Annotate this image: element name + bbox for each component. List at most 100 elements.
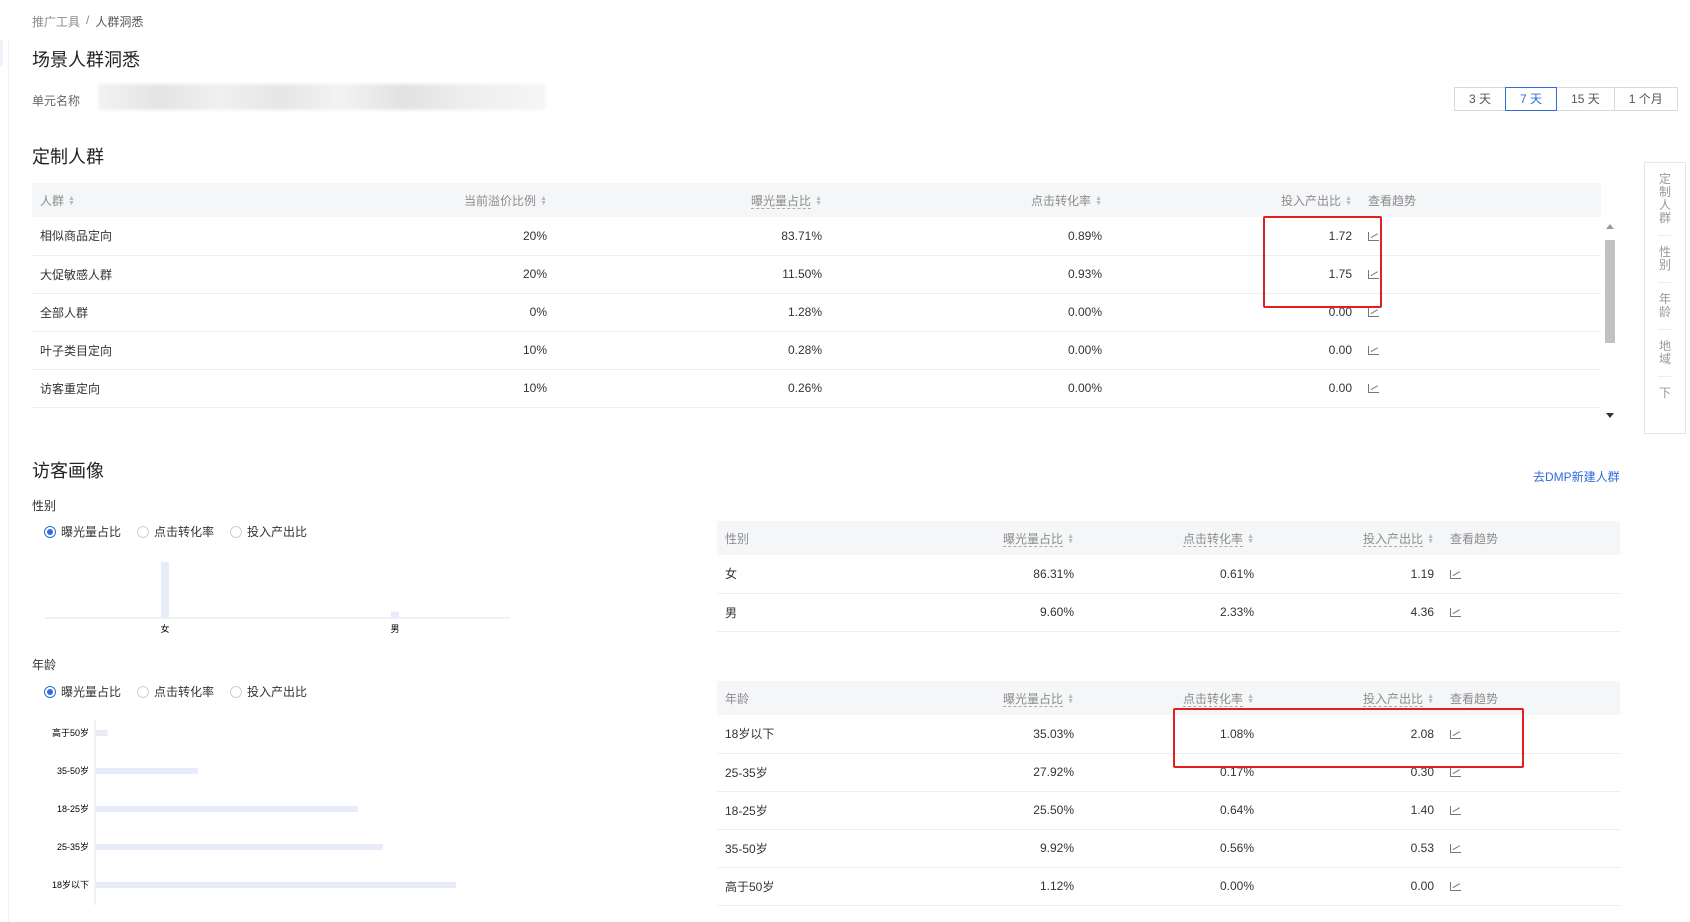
cell-exposure: 11.50% [555,255,830,294]
age-metric-radio-group: 曝光量占比 点击转化率 投入产出比 [44,683,307,700]
cell-premium: 10% [312,369,555,408]
side-nav-custom-crowd[interactable]: 定制人群 [1658,163,1672,236]
side-nav-down[interactable]: 下 [1658,377,1672,410]
cell-trend [1360,331,1601,370]
cell-roi: 1.40 [1262,791,1442,830]
cell-exposure: 0.26% [555,369,830,408]
radio-exposure[interactable]: 曝光量占比 [44,523,121,540]
col-exposure[interactable]: 曝光量占比 ▲ ▼ [897,521,1082,555]
age-bar [96,768,198,774]
date-range-selector: 3 天 7 天 15 天 1 个月 [1454,87,1678,111]
col-ctr[interactable]: 点击转化率 ▲ ▼ [1082,521,1262,555]
cell-ctr: 0.00% [1082,867,1262,906]
breadcrumb-item-tools[interactable]: 推广工具 [32,13,80,30]
cell-ctr: 2.33% [1082,593,1262,632]
breadcrumb: 推广工具 / 人群洞悉 [32,13,143,30]
cell-premium: 20% [312,217,555,256]
col-premium[interactable]: 当前溢价比例 ▲ ▼ [312,183,555,217]
range-7-days[interactable]: 7 天 [1505,87,1558,111]
cell-exposure: 83.71% [555,217,830,256]
col-roi[interactable]: 投入产出比 ▲ ▼ [1262,521,1442,555]
cell-ctr: 0.56% [1082,829,1262,868]
trend-chart-icon[interactable] [1368,384,1379,394]
col-exposure[interactable]: 曝光量占比 ▲ ▼ [555,183,830,217]
trend-chart-icon[interactable] [1450,806,1461,816]
page-title: 场景人群洞悉 [32,50,140,70]
cell-age: 25-35岁 [717,753,897,792]
trend-chart-icon[interactable] [1450,768,1461,778]
col-exposure[interactable]: 曝光量占比 ▲ ▼ [897,681,1082,715]
gender-table: 性别 曝光量占比 ▲ ▼ 点击转化率 ▲ ▼ 投入产出比 ▲ ▼ 查看趋势 女 86.31%… [717,521,1620,632]
age-label: 年龄 [32,658,57,672]
cell-roi: 0.00 [1262,867,1442,906]
breadcrumb-separator: / [86,13,90,27]
gender-label: 性别 [32,499,57,513]
scroll-down-arrow-icon[interactable] [1606,413,1614,418]
cell-exposure: 0.28% [555,331,830,370]
side-nav-region[interactable]: 地域 [1658,330,1672,377]
col-roi[interactable]: 投入产出比 ▲ ▼ [1110,183,1360,217]
range-15-days[interactable]: 15 天 [1556,87,1615,111]
gender-tick-label: 女 [160,623,169,634]
table-row: 叶子类目定向 10% 0.28% 0.00% 0.00 [32,331,1601,370]
cell-exposure: 25.50% [897,791,1082,830]
cell-ctr: 0.64% [1082,791,1262,830]
cell-gender: 男 [717,593,897,632]
dmp-create-crowd-link[interactable]: 去DMP新建人群 [1533,468,1620,485]
cell-age: 18岁以下 [717,715,897,754]
left-rail [8,40,9,922]
radio-exposure[interactable]: 曝光量占比 [44,683,121,700]
cell-trend [1360,255,1601,294]
age-tick-label: 高于50岁 [52,727,89,738]
side-nav-gender[interactable]: 性别 [1658,236,1672,283]
radio-icon [137,525,150,538]
trend-chart-icon[interactable] [1450,882,1461,892]
cell-exposure: 86.31% [897,555,1082,594]
gender-metric-radio-group: 曝光量占比 点击转化率 投入产出比 [44,523,307,540]
range-3-days[interactable]: 3 天 [1454,87,1507,111]
col-gender: 性别 [717,521,897,555]
trend-chart-icon[interactable] [1368,308,1379,318]
age-bar-chart: 高于50岁 35-50岁 18-25岁 25-35岁 18岁以下 [52,720,457,905]
table-scrollbar[interactable] [1603,218,1617,424]
cell-premium: 0% [312,293,555,332]
cell-exposure: 27.92% [897,753,1082,792]
cell-crowd: 访客重定向 [32,369,312,408]
custom-crowd-heading: 定制人群 [32,147,104,167]
radio-ctr[interactable]: 点击转化率 [137,523,214,540]
table-row: 女 86.31% 0.61% 1.19 [717,555,1620,594]
trend-chart-icon[interactable] [1450,844,1461,854]
trend-chart-icon[interactable] [1368,346,1379,356]
scroll-up-arrow-icon[interactable] [1606,224,1614,229]
trend-chart-icon[interactable] [1450,570,1461,580]
age-tick-label: 18岁以下 [52,879,89,890]
cell-gender: 女 [717,555,897,594]
cell-age: 18-25岁 [717,791,897,830]
unit-name-label: 单元名称 [32,94,81,108]
range-1-month[interactable]: 1 个月 [1613,87,1678,111]
cell-crowd: 相似商品定向 [32,217,312,256]
age-tick-label: 18-25岁 [57,803,89,814]
col-crowd[interactable]: 人群 ▲ ▼ [32,183,312,217]
breadcrumb-item-current: 人群洞悉 [95,15,144,29]
col-ctr[interactable]: 点击转化率 ▲ ▼ [830,183,1110,217]
table-row: 高于50岁 1.12% 0.00% 0.00 [717,867,1620,906]
trend-chart-icon[interactable] [1450,608,1461,618]
radio-ctr[interactable]: 点击转化率 [137,683,214,700]
cell-age: 高于50岁 [717,867,897,906]
cell-trend [1442,791,1620,830]
gender-bar [391,611,399,618]
col-trend: 查看趋势 [1442,521,1620,555]
radio-roi[interactable]: 投入产出比 [230,683,307,700]
radio-selected-icon [44,525,56,538]
age-tick-label: 25-35岁 [57,841,89,852]
cell-roi: 0.00 [1110,331,1360,370]
radio-icon [137,685,150,698]
cell-crowd: 大促敏感人群 [32,255,312,294]
side-nav-age[interactable]: 年龄 [1658,283,1672,330]
col-age: 年龄 [717,681,897,715]
cell-trend [1360,369,1601,408]
radio-roi[interactable]: 投入产出比 [230,523,307,540]
cell-exposure: 9.92% [897,829,1082,868]
scrollbar-thumb[interactable] [1605,240,1615,343]
